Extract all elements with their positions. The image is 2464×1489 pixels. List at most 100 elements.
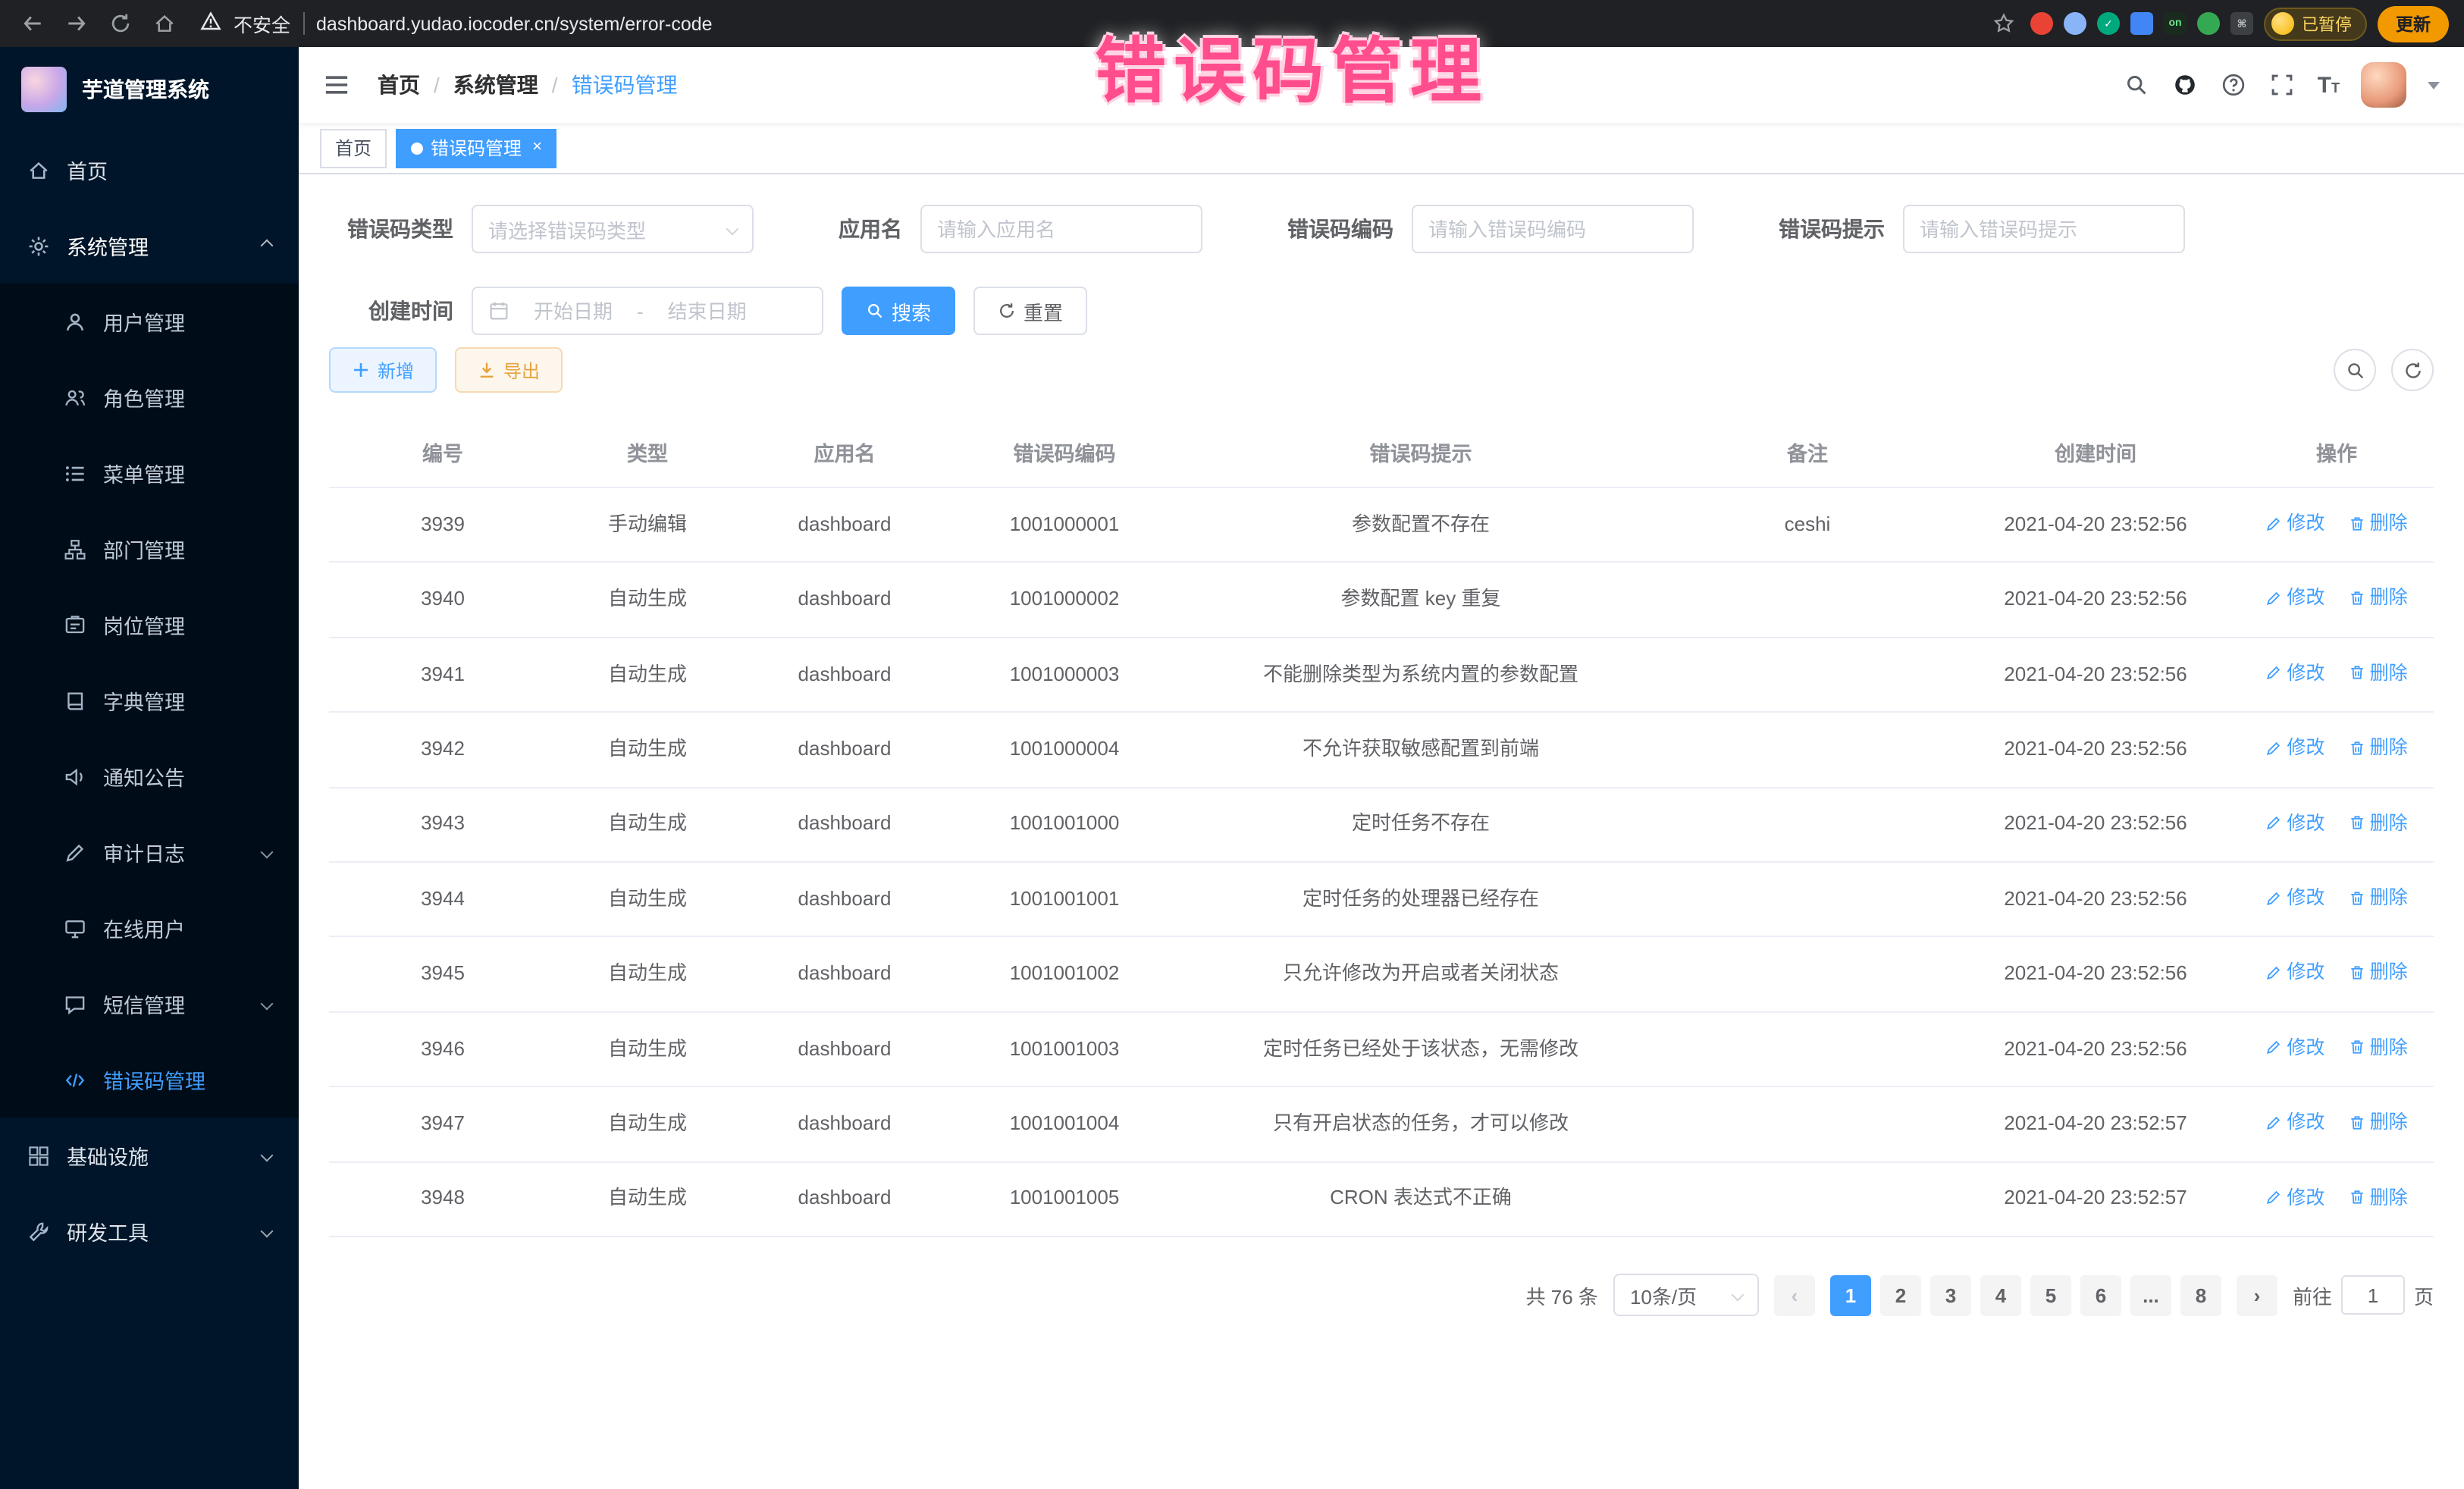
tab-home[interactable]: 首页 [320,128,387,168]
fullscreen-icon[interactable] [2269,71,2296,99]
edit-button[interactable]: 修改 [2265,1183,2324,1211]
trash-icon [2349,1039,2365,1056]
page-button-6[interactable]: 6 [2080,1274,2121,1315]
extension-puzzle-icon[interactable]: ⌘ [2230,12,2253,35]
sidebar-item-post-management[interactable]: 岗位管理 [0,587,299,663]
cell-created: 2021-04-20 23:52:56 [1951,487,2240,563]
edit-button[interactable]: 修改 [2265,884,2324,911]
help-icon[interactable] [2221,71,2248,99]
edit-button[interactable]: 修改 [2265,734,2324,761]
delete-button[interactable]: 删除 [2349,585,2408,612]
github-icon[interactable] [2172,71,2199,99]
address-bar[interactable]: 不安全 dashboard.yudao.iocoder.cn/system/er… [200,9,1976,38]
home-icon [27,158,50,181]
sidebar-item-online-users[interactable]: 在线用户 [0,890,299,966]
error-message-input[interactable] [1920,218,2168,240]
sidebar-item-notice-announcement[interactable]: 通知公告 [0,738,299,814]
cell-id: 3944 [329,862,556,937]
column-header: 错误码编码 [951,417,1178,487]
breadcrumb-home[interactable]: 首页 [378,70,420,100]
extension-blue-icon[interactable] [2064,12,2086,35]
date-range-picker[interactable]: - [472,287,823,335]
sidebar-item-error-code-management[interactable]: 错误码管理 [0,1042,299,1118]
add-button[interactable]: 新增 [329,347,437,393]
page-button-8[interactable]: 8 [2180,1274,2221,1315]
hamburger-icon[interactable] [323,70,353,100]
forward-button[interactable] [59,7,92,40]
sidebar-item-home[interactable]: 首页 [0,132,299,208]
page-button-2[interactable]: 2 [1880,1274,1921,1315]
refresh-table-button[interactable] [2391,349,2434,391]
extension-grid-icon[interactable] [2130,12,2153,35]
sidebar-item-system-management[interactable]: 系统管理 [0,208,299,284]
bookmark-star-icon[interactable] [1986,7,2020,40]
sidebar-item-infrastructure[interactable]: 基础设施 [0,1118,299,1193]
cell-type: 自动生成 [556,1087,738,1162]
avatar-caret-icon[interactable] [2428,81,2440,89]
sidebar-item-sms-management[interactable]: 短信管理 [0,966,299,1042]
font-size-icon[interactable]: TT [2318,74,2340,96]
delete-button[interactable]: 删除 [2349,1183,2408,1211]
page-button-3[interactable]: 3 [1930,1274,1971,1315]
browser-home-button[interactable] [147,7,180,40]
sidebar-item-dict-management[interactable]: 字典管理 [0,663,299,738]
extension-on-icon[interactable]: on [2164,12,2187,35]
edit-button[interactable]: 修改 [2265,1034,2324,1061]
sidebar-item-user-management[interactable]: 用户管理 [0,284,299,359]
update-button[interactable]: 更新 [2378,5,2449,42]
create-time-label: 创建时间 [329,296,453,326]
list-icon [64,462,86,484]
delete-button[interactable]: 删除 [2349,1109,2408,1136]
avatar[interactable] [2361,62,2406,108]
error-code-input[interactable] [1428,218,1677,240]
page-size-select[interactable]: 10条/页 [1613,1274,1759,1316]
jump-page-input[interactable] [2341,1275,2405,1315]
header-search-icon[interactable] [2124,71,2151,99]
next-page-button[interactable]: › [2237,1274,2277,1315]
gear-icon [27,234,50,257]
edit-button[interactable]: 修改 [2265,959,2324,986]
error-type-select[interactable]: 请选择错误码类型 [472,205,754,253]
app-name-input[interactable] [937,218,1186,240]
delete-button[interactable]: 删除 [2349,959,2408,986]
page-button-5[interactable]: 5 [2030,1274,2071,1315]
reload-button[interactable] [103,7,136,40]
cell-remark [1663,563,1951,638]
search-button[interactable]: 搜索 [842,287,955,335]
delete-button[interactable]: 删除 [2349,734,2408,761]
table-tools [2334,349,2434,391]
page-button-4[interactable]: 4 [1980,1274,2021,1315]
back-button[interactable] [15,7,49,40]
sidebar-item-audit-log[interactable]: 审计日志 [0,814,299,890]
delete-button[interactable]: 删除 [2349,509,2408,537]
edit-button[interactable]: 修改 [2265,660,2324,687]
extension-red-icon[interactable] [2030,12,2053,35]
delete-button[interactable]: 删除 [2349,1034,2408,1061]
reset-button[interactable]: 重置 [973,287,1087,335]
extension-green-icon[interactable] [2197,12,2220,35]
delete-button[interactable]: 删除 [2349,660,2408,687]
extension-check-icon[interactable]: ✓ [2097,12,2120,35]
edit-button[interactable]: 修改 [2265,585,2324,612]
delete-button[interactable]: 删除 [2349,809,2408,836]
edit-button[interactable]: 修改 [2265,509,2324,537]
end-date-input[interactable] [650,299,765,322]
edit-button[interactable]: 修改 [2265,809,2324,836]
sidebar-item-dev-tools[interactable]: 研发工具 [0,1193,299,1269]
sidebar-item-role-management[interactable]: 角色管理 [0,359,299,435]
paused-badge[interactable]: 已暂停 [2264,7,2367,40]
breadcrumb-system[interactable]: 系统管理 [453,70,538,100]
delete-button[interactable]: 删除 [2349,884,2408,911]
page-button-1[interactable]: 1 [1830,1274,1871,1315]
cell-type: 自动生成 [556,787,738,862]
sidebar-item-menu-management[interactable]: 菜单管理 [0,435,299,511]
start-date-input[interactable] [516,299,631,322]
tab-error-code-management[interactable]: 错误码管理 × [396,128,557,168]
cell-id: 3940 [329,563,556,638]
sidebar-item-dept-management[interactable]: 部门管理 [0,511,299,587]
edit-button[interactable]: 修改 [2265,1109,2324,1136]
close-icon[interactable]: × [532,139,542,156]
toggle-search-button[interactable] [2334,349,2376,391]
export-button[interactable]: 导出 [455,347,563,393]
prev-page-button[interactable]: ‹ [1774,1274,1815,1315]
